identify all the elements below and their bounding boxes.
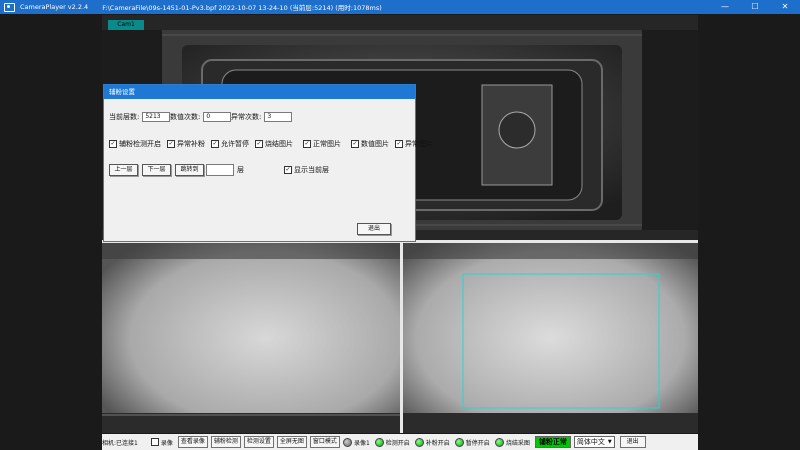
minimize-icon[interactable]: — — [710, 0, 740, 14]
file-path: F:\CameraFile\09s-1451-01-Pv3.bpf 2022-1… — [102, 4, 382, 12]
dialog-title: 辅粉设置 — [104, 85, 415, 99]
field-value-count: 数值次数: 0 — [170, 112, 232, 122]
field-label: 当前层数: — [109, 113, 140, 121]
checkbox-row: ✓ 辅粉检测开启 ✓ 异常补粉 ✓ 允许暂停 ✓ 烧结图片 ✓ 正常图片 ✓ 数值图片 ✓ 异… — [109, 139, 439, 149]
camera-app-icon — [4, 2, 15, 12]
view-recording-button[interactable]: 查看录像 — [177, 436, 208, 448]
jump-to-button[interactable]: 跳转到 — [175, 164, 204, 176]
checkbox[interactable]: ✓ — [284, 166, 292, 174]
exit-button[interactable]: 退出 — [619, 436, 646, 448]
layer-nav-row: 上一层 下一层 跳转到 层 ✓ 显示当前层 — [109, 164, 335, 176]
check-error-image[interactable]: ✓ 异常图片 — [395, 139, 433, 149]
check-sinter-image[interactable]: ✓ 烧结图片 — [255, 139, 293, 149]
app-title: CameraPlayer v2.2.4 — [20, 3, 89, 11]
window-titlebar: CameraPlayer v2.2.4 F:\CameraFile\09s-14… — [0, 0, 800, 14]
checkbox[interactable]: ✓ — [395, 140, 403, 148]
dialog-footer: 退出 — [357, 223, 391, 235]
indicator-pause: 暂停开启 — [454, 437, 490, 447]
camera-view-right[interactable] — [403, 243, 698, 433]
field-label: 异常次数: — [231, 113, 262, 121]
camera-tab[interactable]: Cam1 — [108, 20, 144, 30]
close-icon[interactable]: ✕ — [770, 0, 800, 14]
bottom-toolbar: 相机:已连接1 录像 查看录像 辅粉检测 检测设置 全屏无图 窗口模式 录像1 … — [102, 434, 698, 450]
maximize-icon[interactable]: ☐ — [740, 0, 770, 14]
status-light-icon — [454, 437, 464, 447]
status-light-icon — [494, 437, 504, 447]
indicator-refill: 补粉开启 — [414, 437, 450, 447]
current-layer-input[interactable]: 5213 — [142, 112, 171, 122]
powder-bed-roi-image — [403, 243, 698, 433]
checkbox[interactable]: ✓ — [303, 140, 311, 148]
camera-status-label: 相机:已连接1 — [102, 439, 138, 447]
chevron-down-icon: ▼ — [607, 439, 612, 445]
layer-unit-label: 层 — [237, 166, 244, 174]
next-layer-button[interactable]: 下一层 — [142, 164, 171, 176]
checkbox[interactable]: ✓ — [351, 140, 359, 148]
detect-settings-button[interactable]: 检测设置 — [243, 436, 274, 448]
status-light-icon — [374, 437, 384, 447]
camera-view-left[interactable] — [102, 243, 400, 433]
indicator-sinter: 烧结采图 — [494, 437, 530, 447]
check-allow-pause[interactable]: ✓ 允许暂停 — [211, 139, 249, 149]
record-checkbox[interactable]: 录像 — [150, 438, 173, 447]
check-normal-image[interactable]: ✓ 正常图片 — [303, 139, 341, 149]
status-badge: 铺粉正常 — [534, 436, 571, 448]
powder-settings-dialog: 辅粉设置 当前层数: 5213 数值次数: 0 异常次数: 3 ✓ 辅粉检测开启 … — [103, 84, 433, 242]
check-value-image[interactable]: ✓ 数值图片 — [351, 139, 389, 149]
prev-layer-button[interactable]: 上一层 — [109, 164, 138, 176]
window-controls: — ☐ ✕ — [710, 0, 800, 14]
field-current-layer: 当前层数: 5213 — [109, 112, 171, 122]
error-count-input[interactable]: 3 — [264, 112, 293, 122]
language-select[interactable]: 简体中文 ▼ — [573, 436, 615, 448]
jump-layer-input[interactable] — [206, 164, 234, 176]
status-light-icon — [414, 437, 424, 447]
indicator-detect: 检测开启 — [374, 437, 410, 447]
window-mode-button[interactable]: 窗口模式 — [309, 436, 340, 448]
dialog-exit-button[interactable]: 退出 — [357, 223, 391, 235]
powder-bed-image — [102, 243, 400, 433]
checkbox[interactable]: ✓ — [167, 140, 175, 148]
checkbox[interactable]: ✓ — [109, 140, 117, 148]
checkbox[interactable]: ✓ — [255, 140, 263, 148]
value-count-input[interactable]: 0 — [203, 112, 232, 122]
checkbox[interactable] — [150, 438, 159, 446]
status-light-icon — [342, 437, 352, 447]
check-show-current-layer[interactable]: ✓ 显示当前层 — [284, 165, 329, 175]
indicator-recording: 录像1 — [342, 437, 370, 447]
checkbox[interactable]: ✓ — [211, 140, 219, 148]
check-error-refill[interactable]: ✓ 异常补粉 — [167, 139, 205, 149]
check-powder-detect[interactable]: ✓ 辅粉检测开启 — [109, 139, 161, 149]
field-label: 数值次数: — [170, 113, 201, 121]
fullscreen-button[interactable]: 全屏无图 — [276, 436, 307, 448]
powder-detect-button[interactable]: 辅粉检测 — [210, 436, 241, 448]
field-error-count: 异常次数: 3 — [231, 112, 293, 122]
